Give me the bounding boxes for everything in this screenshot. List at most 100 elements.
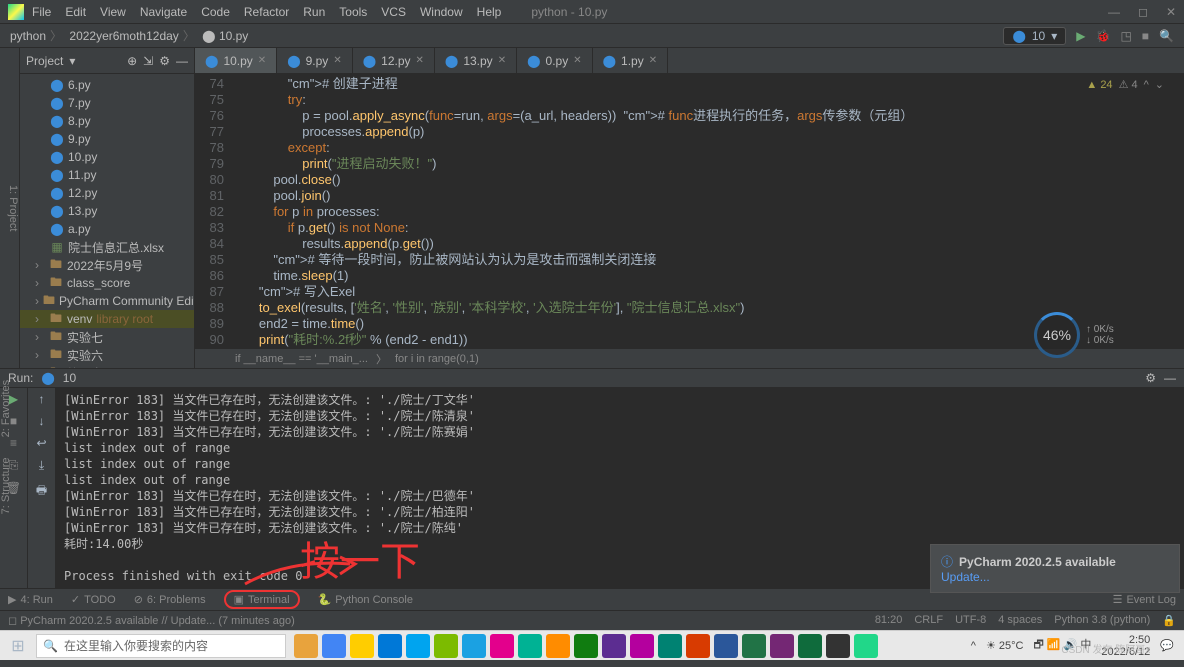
windows-search[interactable]: 🔍 在这里输入你要搜索的内容 xyxy=(36,634,286,658)
close-tab-icon[interactable]: ✕ xyxy=(258,55,266,66)
coverage-icon[interactable]: ◳ xyxy=(1120,29,1131,43)
network-monitor-overlay[interactable]: 46% ↑ 0K/s↓ 0K/s xyxy=(1034,310,1124,360)
tree-file[interactable]: ⬤7.py xyxy=(20,94,194,112)
tree-folder[interactable]: ›🖿第五章 xyxy=(20,364,194,368)
tree-file[interactable]: ▦院士信息汇总.xlsx xyxy=(20,238,194,256)
code-area[interactable]: 74 75 76 77 78 79 80 81 82 83 84 85 86 8… xyxy=(195,74,1184,348)
scroll-end-icon[interactable]: ⤓ xyxy=(39,458,44,473)
python-console-tab[interactable]: 🐍 Python Console xyxy=(318,593,413,606)
menu-code[interactable]: Code xyxy=(201,5,230,19)
interpreter[interactable]: Python 3.8 (python) xyxy=(1054,614,1150,627)
update-notification[interactable]: ⓘPyCharm 2020.2.5 available Update... xyxy=(930,544,1180,593)
tree-file[interactable]: ⬤13.py xyxy=(20,202,194,220)
debug-icon[interactable]: 🐞 xyxy=(1096,29,1111,43)
menu-tools[interactable]: Tools xyxy=(339,5,367,19)
search-placeholder: 在这里输入你要搜索的内容 xyxy=(64,637,208,654)
left-tool-stripe[interactable]: 1: Project xyxy=(0,48,20,368)
down-icon[interactable]: ↓ xyxy=(39,414,45,428)
encoding[interactable]: UTF-8 xyxy=(955,614,986,627)
weather-widget[interactable]: ☀ 25°C xyxy=(986,639,1024,652)
weak-warnings-badge[interactable]: ⚠ 4 xyxy=(1119,78,1138,91)
system-tray[interactable]: ^ ☀ 25°C 🗗 📶 🔊 中 2:502022/6/12CSDN 发布 陈阿… xyxy=(971,634,1184,658)
status-bar: ◻ PyCharm 2020.2.5 available // Update..… xyxy=(0,610,1184,630)
line-sep[interactable]: CRLF xyxy=(914,614,943,627)
indent[interactable]: 4 spaces xyxy=(998,614,1042,627)
line-gutter: 74 75 76 77 78 79 80 81 82 83 84 85 86 8… xyxy=(195,74,230,348)
code-text[interactable]: "cm"># 创建子进程 try: p = pool.apply_async(f… xyxy=(230,74,1184,348)
status-message[interactable]: PyCharm 2020.2.5 available // Update... … xyxy=(20,615,875,627)
collapse-icon[interactable]: ⇲ xyxy=(143,54,153,68)
tree-folder[interactable]: ›🖿2022年5月9号 xyxy=(20,256,194,274)
status-icon[interactable]: ◻ xyxy=(8,614,17,627)
tree-folder[interactable]: ›🖿PyCharm Community Edition xyxy=(20,292,194,310)
tree-file[interactable]: ⬤12.py xyxy=(20,184,194,202)
search-icon[interactable]: 🔍 xyxy=(1159,29,1174,43)
stop-icon[interactable]: ■ xyxy=(1142,29,1149,43)
menu-navigate[interactable]: Navigate xyxy=(140,5,187,19)
structure-tab[interactable]: 7: Structure xyxy=(0,457,20,514)
tree-file[interactable]: ⬤8.py xyxy=(20,112,194,130)
prev-highlight-icon[interactable]: ^ xyxy=(1144,79,1149,91)
crumb-file[interactable]: 10.py xyxy=(219,29,248,43)
hide-icon[interactable]: — xyxy=(176,54,188,68)
tree-folder[interactable]: ›🖿实验七 xyxy=(20,328,194,346)
menu-vcs[interactable]: VCS xyxy=(381,5,406,19)
project-panel: Project▾ ⊕ ⇲ ⚙ — ⬤6.py ⬤7.py ⬤8.py ⬤9.py… xyxy=(20,48,195,368)
todo-tab[interactable]: ✓ TODO xyxy=(71,593,116,606)
tab[interactable]: ⬤1.py✕ xyxy=(593,48,669,73)
tree-file[interactable]: ⬤9.py xyxy=(20,130,194,148)
minimize-icon[interactable]: — xyxy=(1108,5,1120,19)
menu-help[interactable]: Help xyxy=(477,5,502,19)
project-tree[interactable]: ⬤6.py ⬤7.py ⬤8.py ⬤9.py ⬤10.py ⬤11.py ⬤1… xyxy=(20,74,194,368)
tree-file[interactable]: ⬤a.py xyxy=(20,220,194,238)
next-highlight-icon[interactable]: ⌄ xyxy=(1155,78,1164,91)
run-icon[interactable]: ▶ xyxy=(1076,29,1085,43)
print-icon[interactable]: 🖶 xyxy=(36,481,47,502)
cursor-pos[interactable]: 81:20 xyxy=(875,614,903,627)
tab[interactable]: ⬤13.py✕ xyxy=(435,48,517,73)
title-bar: File Edit View Navigate Code Refactor Ru… xyxy=(0,0,1184,24)
up-icon[interactable]: ↑ xyxy=(39,392,45,406)
tree-file[interactable]: ⬤10.py xyxy=(20,148,194,166)
maximize-icon[interactable]: ◻ xyxy=(1138,5,1148,19)
run-config-name: 10 xyxy=(63,371,76,385)
problems-tab[interactable]: ⊘ 6: Problems xyxy=(134,593,206,606)
tree-file[interactable]: ⬤11.py xyxy=(20,166,194,184)
tab-active[interactable]: ⬤10.py✕ xyxy=(195,48,277,73)
speed-percent: 46% xyxy=(1034,312,1080,358)
update-link[interactable]: Update... xyxy=(941,570,1169,584)
tab[interactable]: ⬤0.py✕ xyxy=(517,48,593,73)
run-config-selector[interactable]: ⬤10▾ xyxy=(1003,27,1066,45)
event-log-tab[interactable]: ☰ Event Log xyxy=(1113,593,1176,606)
start-button[interactable]: ⊞ xyxy=(0,636,36,656)
menu-edit[interactable]: Edit xyxy=(65,5,86,19)
tab[interactable]: ⬤9.py✕ xyxy=(277,48,353,73)
locate-icon[interactable]: ⊕ xyxy=(127,54,137,68)
crumb-root[interactable]: python xyxy=(10,29,46,43)
run-tab[interactable]: ▶ 4: Run xyxy=(8,593,53,606)
lock-icon[interactable]: 🔒 xyxy=(1162,614,1176,627)
wrap-icon[interactable]: ↩ xyxy=(36,436,46,450)
terminal-tab[interactable]: ▣ Terminal xyxy=(224,590,300,609)
tree-folder[interactable]: ›🖿实验六 xyxy=(20,346,194,364)
menu-file[interactable]: File xyxy=(32,5,51,19)
favorites-tab[interactable]: 2: Favorites xyxy=(0,380,20,437)
tree-file[interactable]: ⬤6.py xyxy=(20,76,194,94)
hide-icon[interactable]: — xyxy=(1164,371,1176,385)
gear-icon[interactable]: ⚙ xyxy=(159,54,170,68)
close-icon[interactable]: ✕ xyxy=(1166,5,1176,19)
tab[interactable]: ⬤12.py✕ xyxy=(353,48,435,73)
search-icon: 🔍 xyxy=(43,639,58,653)
tree-folder-venv[interactable]: ›🖿venv library root xyxy=(20,310,194,328)
menu-view[interactable]: View xyxy=(100,5,126,19)
notification-title: PyCharm 2020.2.5 available xyxy=(959,555,1116,569)
pinned-apps[interactable] xyxy=(294,634,878,658)
menu-run[interactable]: Run xyxy=(303,5,325,19)
warnings-badge[interactable]: ▲ 24 xyxy=(1086,79,1112,91)
tree-folder[interactable]: ›🖿class_score xyxy=(20,274,194,292)
menu-refactor[interactable]: Refactor xyxy=(244,5,289,19)
windows-taskbar: ⊞ 🔍 在这里输入你要搜索的内容 ^ ☀ 25°C 🗗 📶 🔊 中 2:5020… xyxy=(0,630,1184,660)
crumb-folder[interactable]: 2022yer6moth12day xyxy=(69,29,178,43)
gear-icon[interactable]: ⚙ xyxy=(1145,371,1156,385)
menu-window[interactable]: Window xyxy=(420,5,463,19)
